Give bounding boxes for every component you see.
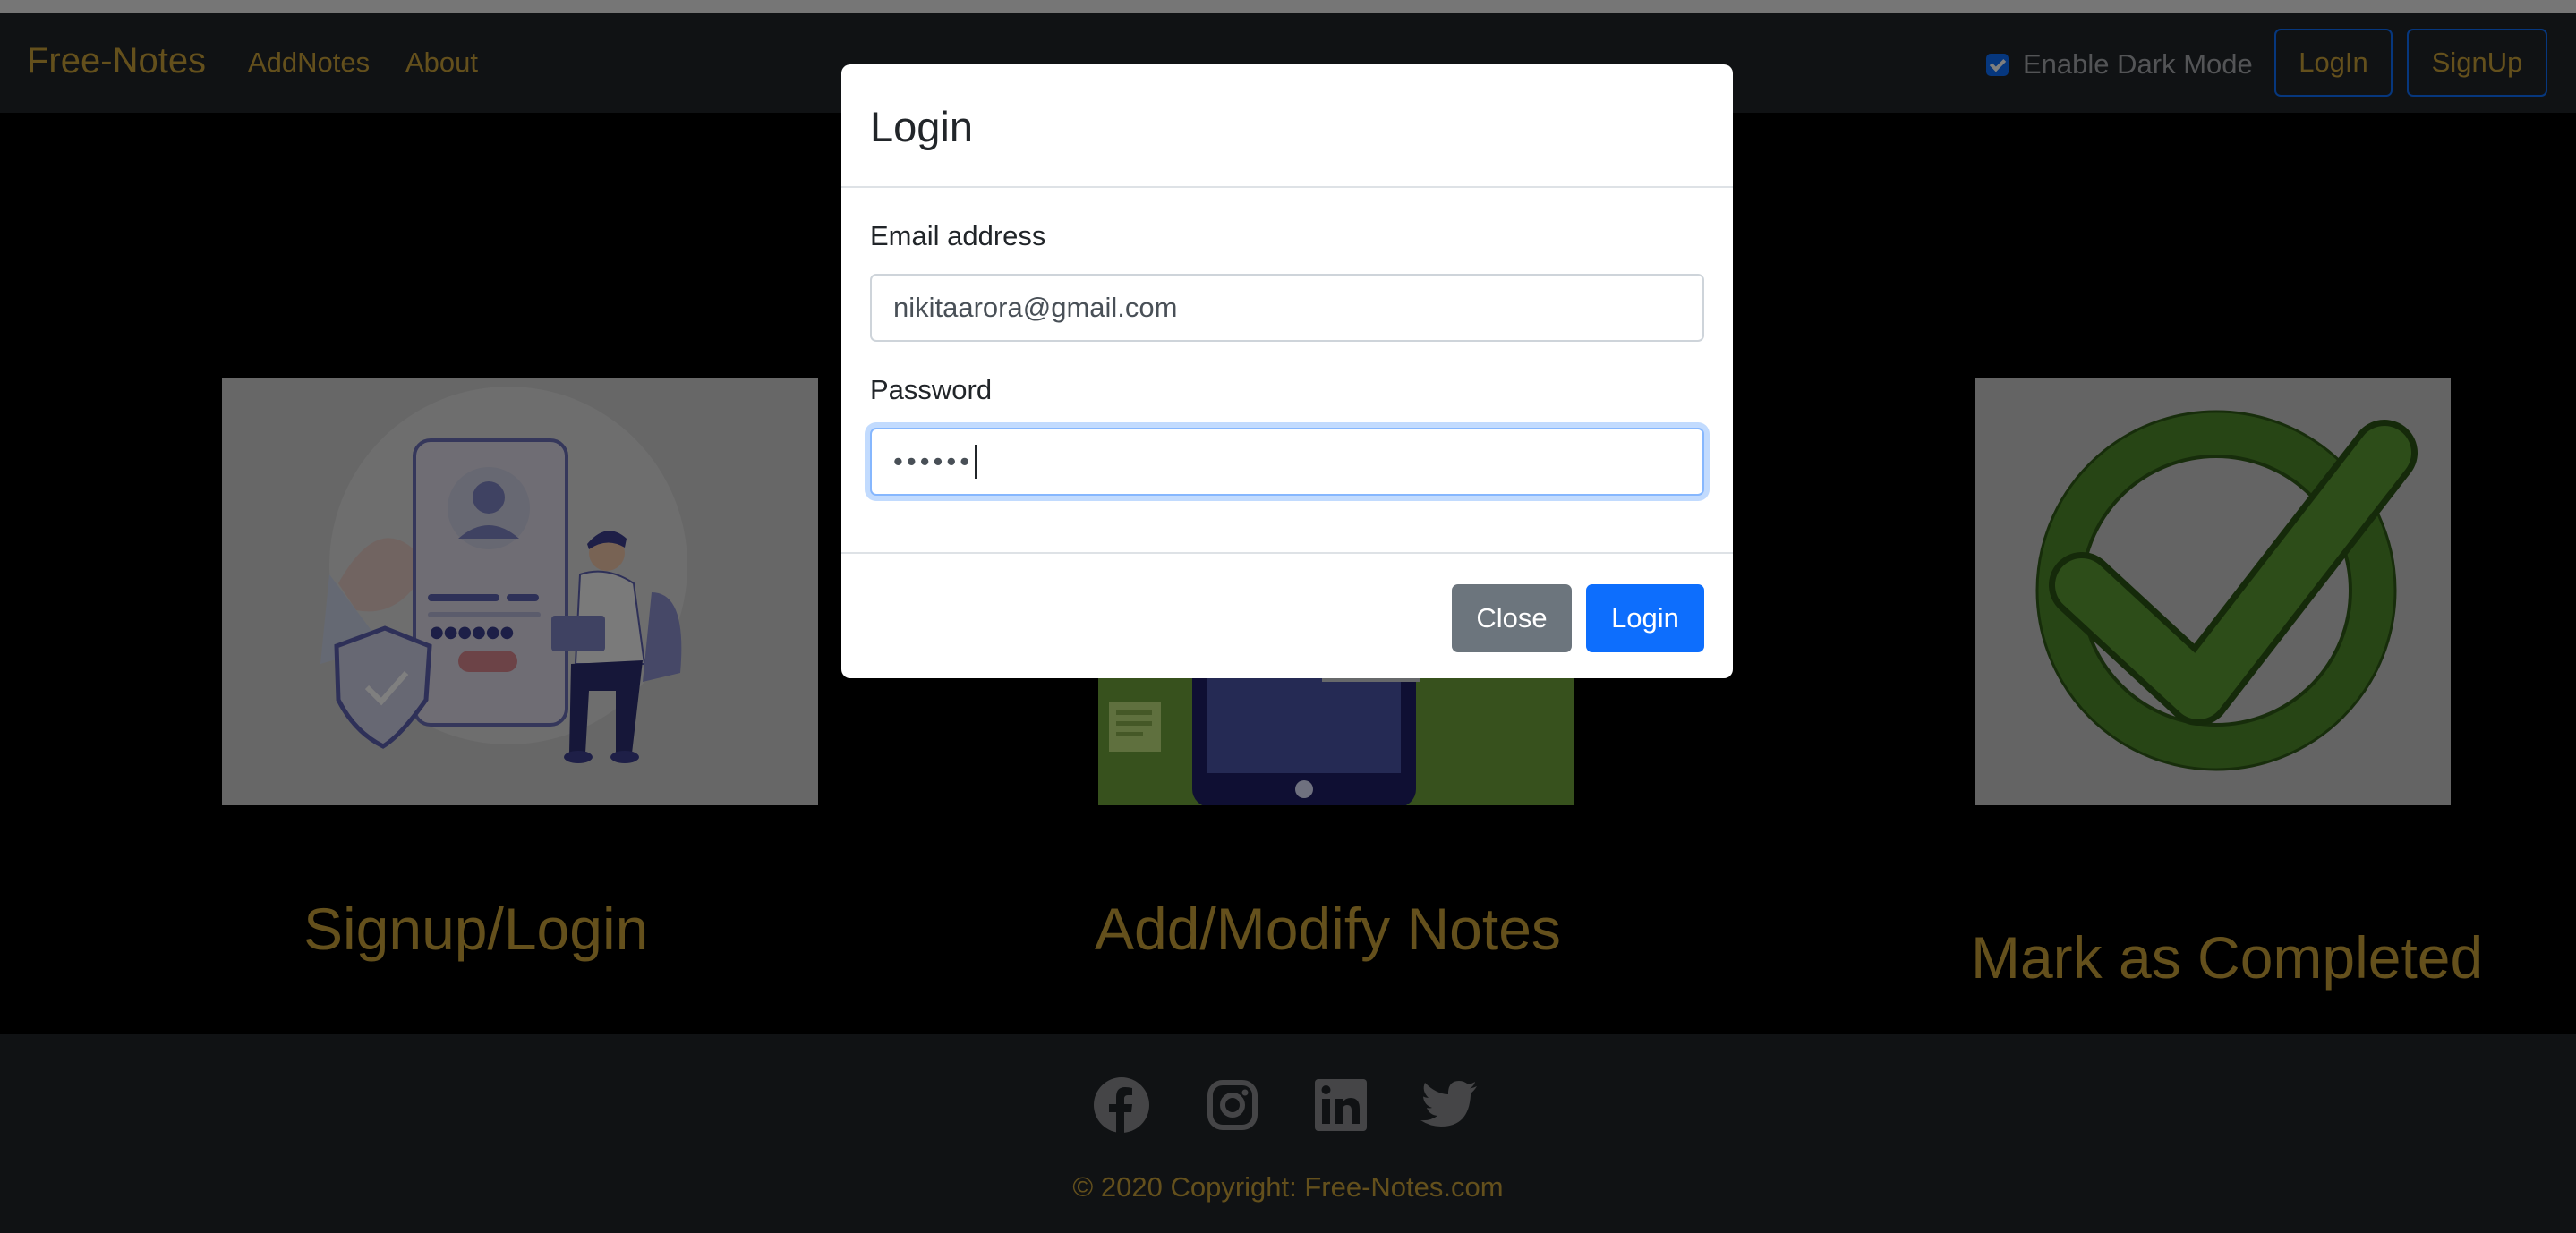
login-modal: Login Email address nikitaarora@gmail.co… (841, 64, 1733, 678)
text-caret (975, 445, 977, 479)
modal-title: Login (870, 103, 973, 150)
modal-header: Login (841, 64, 1733, 188)
close-button[interactable]: Close (1452, 584, 1572, 652)
modal-footer: Close Login (841, 552, 1733, 678)
password-label: Password (870, 374, 993, 405)
password-field[interactable]: •••••• (870, 428, 1704, 496)
password-value: •••••• (893, 446, 974, 477)
email-value: nikitaarora@gmail.com (893, 292, 1178, 323)
email-field[interactable]: nikitaarora@gmail.com (870, 274, 1704, 342)
login-submit-button[interactable]: Login (1586, 584, 1704, 652)
email-label: Email address (870, 220, 1046, 251)
